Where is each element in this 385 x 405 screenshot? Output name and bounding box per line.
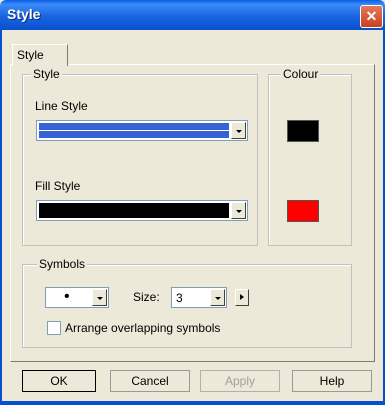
arrange-overlapping-checkbox[interactable] (47, 321, 61, 335)
colour-group: Colour (268, 67, 352, 246)
symbol-value: • (64, 288, 70, 305)
colour-group-label: Colour (281, 67, 321, 81)
symbols-group: Symbols • Size: 3 Arrange overlapping sy… (22, 257, 352, 348)
size-step-button[interactable] (235, 289, 249, 306)
chevron-down-icon[interactable] (231, 202, 246, 219)
line-style-select[interactable] (36, 120, 248, 141)
tab-style-label: Style (17, 48, 44, 62)
line-style-label: Line Style (35, 99, 88, 113)
symbol-select[interactable]: • (45, 287, 109, 308)
cancel-button[interactable]: Cancel (110, 370, 190, 392)
line-colour-button[interactable] (287, 120, 319, 142)
help-button[interactable]: Help (292, 370, 372, 392)
window-title: Style (7, 6, 41, 22)
title-bar[interactable]: Style ✕ (0, 0, 385, 30)
close-button[interactable]: ✕ (360, 5, 383, 28)
chevron-down-icon[interactable] (210, 289, 225, 306)
fill-style-swatch (39, 203, 229, 218)
fill-style-label: Fill Style (35, 179, 81, 193)
style-group: Style Line Style Fill Style (22, 67, 258, 246)
chevron-down-icon[interactable] (92, 289, 107, 306)
symbols-group-label: Symbols (37, 257, 88, 271)
size-value: 3 (176, 291, 183, 305)
apply-button[interactable]: Apply (200, 370, 280, 392)
size-label: Size: (133, 290, 160, 304)
fill-style-select[interactable] (36, 200, 248, 221)
size-select[interactable]: 3 (171, 287, 227, 308)
tab-style[interactable]: Style (12, 44, 68, 66)
close-icon: ✕ (365, 8, 378, 24)
line-style-swatch (39, 123, 229, 138)
chevron-down-icon[interactable] (231, 122, 246, 139)
fill-colour-button[interactable] (287, 200, 319, 222)
ok-button[interactable]: OK (22, 370, 96, 392)
style-group-label: Style (31, 67, 62, 81)
arrange-overlapping-label: Arrange overlapping symbols (65, 321, 221, 335)
